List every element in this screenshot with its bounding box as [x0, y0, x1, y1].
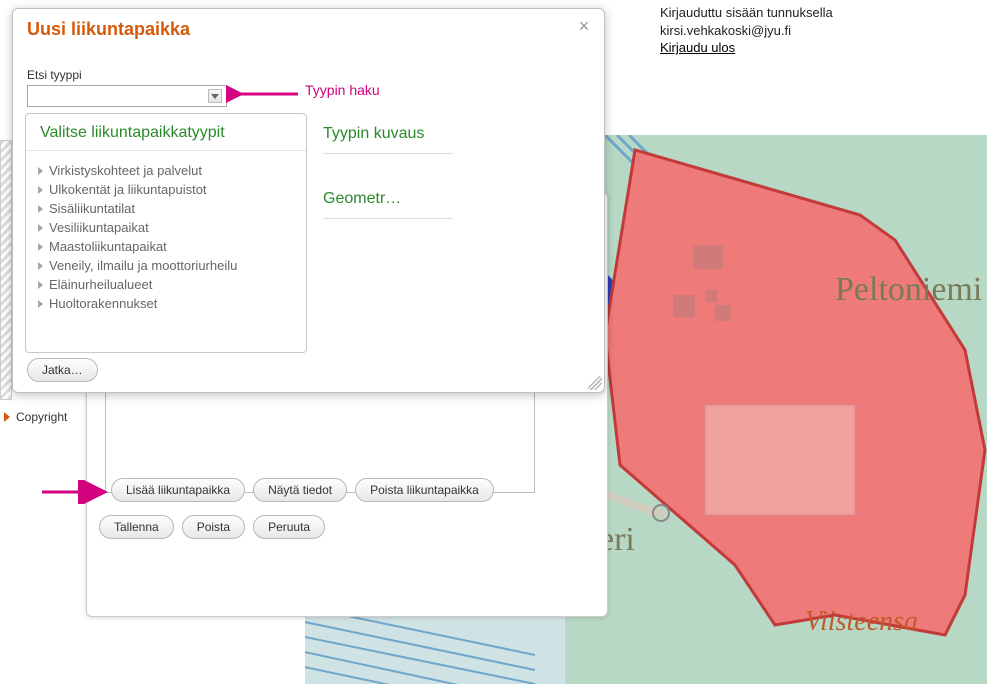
delete-button[interactable]: Poista: [182, 515, 245, 539]
show-details-button[interactable]: Näytä tiedot: [253, 478, 347, 502]
continue-button[interactable]: Jatka…: [27, 358, 98, 382]
chevron-right-icon: [38, 167, 43, 175]
new-facility-dialog: Uusi liikuntapaikka × Etsi tyyppi Valits…: [12, 8, 605, 393]
type-item[interactable]: Huoltorakennukset: [38, 294, 294, 313]
type-description-heading: Tyypin kuvaus: [323, 119, 453, 154]
search-type-label: Etsi tyyppi: [27, 68, 590, 82]
login-text: Kirjauduttu sisään tunnuksella: [660, 4, 833, 22]
chevron-right-icon: [38, 205, 43, 213]
type-tree-panel: Valitse liikuntapaikkatyypit Virkistysko…: [25, 113, 307, 353]
type-item-label: Eläinurheilualueet: [49, 277, 152, 292]
annotation-label-type-search: Tyypin haku: [305, 82, 380, 98]
geometry-heading: Geometr…: [323, 184, 453, 219]
map-label-viisteensa: Viisteensa: [805, 606, 918, 637]
login-username: kirsi.vehkakoski@jyu.fi: [660, 22, 833, 40]
chevron-right-icon: [38, 262, 43, 270]
type-item-label: Sisäliikuntatilat: [49, 201, 135, 216]
save-button[interactable]: Tallenna: [99, 515, 174, 539]
search-type-combo[interactable]: [27, 85, 227, 107]
type-item-label: Virkistyskohteet ja palvelut: [49, 163, 202, 178]
sidebar-strip: [0, 140, 12, 400]
remove-facility-button[interactable]: Poista liikuntapaikka: [355, 478, 494, 502]
type-tree-list: Virkistyskohteet ja palvelut Ulkokentät …: [26, 151, 306, 323]
chevron-right-icon: [38, 186, 43, 194]
type-item[interactable]: Sisäliikuntatilat: [38, 199, 294, 218]
chevron-right-icon: [38, 300, 43, 308]
add-facility-button[interactable]: Lisää liikuntapaikka: [111, 478, 245, 502]
dialog-footer: Jatka…: [27, 358, 98, 382]
type-tree-heading: Valitse liikuntapaikkatyypit: [26, 114, 306, 151]
chevron-right-icon: [4, 412, 10, 422]
type-item-label: Veneily, ilmailu ja moottoriurheilu: [49, 258, 237, 273]
login-info: Kirjauduttu sisään tunnuksella kirsi.veh…: [660, 4, 833, 57]
resize-grip-icon[interactable]: [588, 376, 602, 390]
copyright-row[interactable]: Copyright: [4, 410, 67, 424]
type-item[interactable]: Ulkokentät ja liikuntapuistot: [38, 180, 294, 199]
chevron-right-icon: [38, 281, 43, 289]
type-item-label: Ulkokentät ja liikuntapuistot: [49, 182, 207, 197]
type-item[interactable]: Maastoliikuntapaikat: [38, 237, 294, 256]
type-item[interactable]: Virkistyskohteet ja palvelut: [38, 161, 294, 180]
type-item-label: Huoltorakennukset: [49, 296, 157, 311]
annotation-arrow-1: [226, 82, 306, 109]
type-item-label: Vesiliikuntapaikat: [49, 220, 149, 235]
lower-panel-actions-1: Lisää liikuntapaikka Näytä tiedot Poista…: [111, 478, 494, 502]
chevron-down-icon[interactable]: [208, 89, 222, 103]
map-label-peltoniemi: Peltoniemi: [835, 271, 982, 308]
type-item[interactable]: Vesiliikuntapaikat: [38, 218, 294, 237]
type-item-label: Maastoliikuntapaikat: [49, 239, 167, 254]
cancel-button[interactable]: Peruuta: [253, 515, 325, 539]
annotation-arrow-2: [40, 480, 115, 507]
lower-panel-actions-2: Tallenna Poista Peruuta: [99, 515, 325, 539]
logout-link[interactable]: Kirjaudu ulos: [660, 40, 735, 55]
type-item[interactable]: Eläinurheilualueet: [38, 275, 294, 294]
chevron-right-icon: [38, 224, 43, 232]
dialog-side-headings: Tyypin kuvaus Geometr…: [323, 119, 453, 249]
chevron-right-icon: [38, 243, 43, 251]
dialog-title: Uusi liikuntapaikka: [27, 19, 590, 40]
copyright-label: Copyright: [16, 410, 67, 424]
close-icon[interactable]: ×: [574, 17, 594, 37]
type-item[interactable]: Veneily, ilmailu ja moottoriurheilu: [38, 256, 294, 275]
